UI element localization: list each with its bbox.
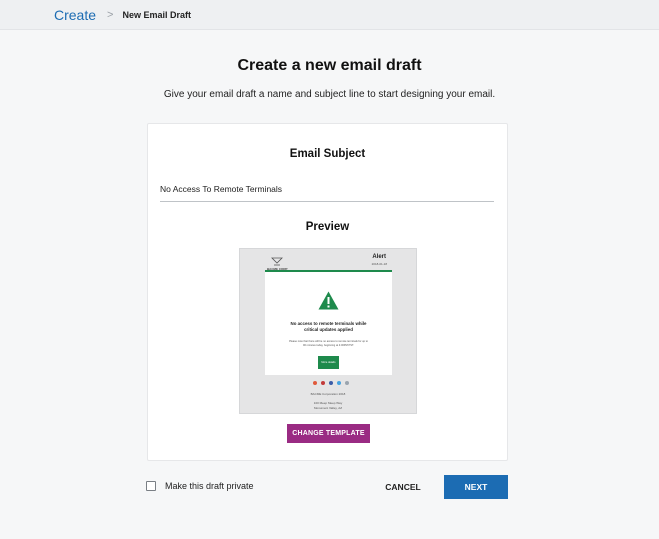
google-plus-icon xyxy=(313,381,317,385)
preview-social-icons xyxy=(311,381,351,385)
email-preview: BACME CORP Alert 2018-01-18 No access to… xyxy=(239,248,417,414)
cancel-button[interactable]: CANCEL xyxy=(378,476,428,498)
preview-footer-address-1: 100 Meep Meep Way xyxy=(313,401,343,405)
next-button[interactable]: NEXT xyxy=(444,475,508,499)
preview-body-line-1: Please note that there will be no access… xyxy=(289,340,368,343)
page-subtitle: Give your email draft a name and subject… xyxy=(163,89,496,100)
twitter-icon xyxy=(337,381,341,385)
preview-more-details-button: More details xyxy=(318,356,339,369)
preview-body: No access to remote terminals while crit… xyxy=(265,270,392,375)
warning-icon xyxy=(318,291,339,310)
change-template-button[interactable]: CHANGE TEMPLATE xyxy=(287,424,370,443)
preview-footer-company: BACME Corporation 2018 xyxy=(310,392,346,396)
breadcrumb: Create > New Email Draft xyxy=(0,0,659,30)
make-private-checkbox[interactable] xyxy=(146,481,156,491)
preview-date: 2018-01-18 xyxy=(371,262,387,266)
page-title: Create a new email draft xyxy=(237,57,422,74)
preview-heading: Preview xyxy=(305,221,350,233)
email-subject-input[interactable] xyxy=(160,176,494,202)
breadcrumb-current: New Email Draft xyxy=(122,9,191,20)
make-private-label: Make this draft private xyxy=(165,481,254,491)
breadcrumb-separator: > xyxy=(107,8,114,21)
preview-headline: No access to remote terminals while crit… xyxy=(290,321,367,332)
preview-alert-title: Alert xyxy=(372,254,386,260)
link-icon xyxy=(345,381,349,385)
breadcrumb-create-link[interactable]: Create xyxy=(54,7,96,23)
facebook-icon xyxy=(329,381,333,385)
preview-footer-address-2: Monument Valley, AZ xyxy=(313,406,343,410)
preview-body-line-2: 90 minutes today, beginning at 4:00PM PS… xyxy=(303,344,354,347)
email-subject-heading: Email Subject xyxy=(289,148,366,160)
draft-card: Email Subject Preview BACME CORP Alert 2… xyxy=(147,123,508,461)
make-private-option[interactable]: Make this draft private xyxy=(146,481,254,491)
pinterest-icon xyxy=(321,381,325,385)
